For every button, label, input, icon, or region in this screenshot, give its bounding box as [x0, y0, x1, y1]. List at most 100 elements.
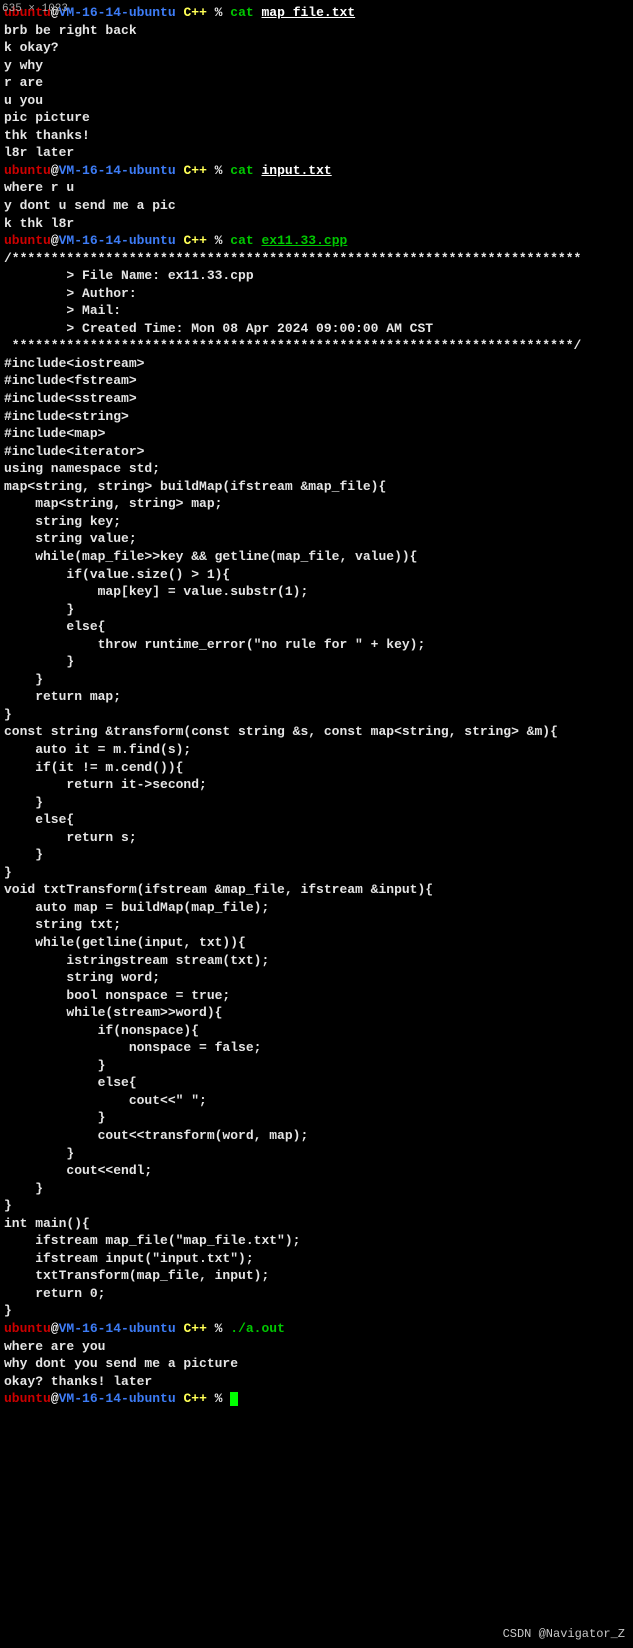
output-line: cout<<" ";	[4, 1092, 629, 1110]
output-line: else{	[4, 1074, 629, 1092]
prompt-at: @	[51, 1321, 59, 1336]
prompt-at: @	[51, 1391, 59, 1406]
command: cat	[230, 5, 253, 20]
command: cat	[230, 163, 253, 178]
terminal-output: ubuntu@VM-16-14-ubuntu C++ % cat map_fil…	[4, 4, 629, 1408]
prompt-host: VM-16-14-ubuntu	[59, 233, 176, 248]
prompt-host: VM-16-14-ubuntu	[59, 1321, 176, 1336]
output-line: #include<string>	[4, 408, 629, 426]
output-line: pic picture	[4, 109, 629, 127]
prompt-at: @	[51, 163, 59, 178]
prompt-line[interactable]: ubuntu@VM-16-14-ubuntu C++ % cat map_fil…	[4, 4, 629, 22]
output-line: }	[4, 846, 629, 864]
output-line: auto map = buildMap(map_file);	[4, 899, 629, 917]
prompt-path: C++	[183, 1321, 206, 1336]
cursor	[230, 1392, 238, 1406]
output-line: }	[4, 1180, 629, 1198]
prompt-path: C++	[183, 233, 206, 248]
prompt-line[interactable]: ubuntu@VM-16-14-ubuntu C++ %	[4, 1390, 629, 1408]
output-line: #include<iterator>	[4, 443, 629, 461]
output-line: if(it != m.cend()){	[4, 759, 629, 777]
output-line: else{	[4, 618, 629, 636]
output-line: string value;	[4, 530, 629, 548]
prompt-user: ubuntu	[4, 233, 51, 248]
output-line: while(map_file>>key && getline(map_file,…	[4, 548, 629, 566]
output-line: bool nonspace = true;	[4, 987, 629, 1005]
output-line: > File Name: ex11.33.cpp	[4, 267, 629, 285]
command: cat	[230, 233, 253, 248]
output-line: }	[4, 1197, 629, 1215]
output-line: return 0;	[4, 1285, 629, 1303]
output-line: auto it = m.find(s);	[4, 741, 629, 759]
output-line: int main(){	[4, 1215, 629, 1233]
output-line: istringstream stream(txt);	[4, 952, 629, 970]
output-line: if(nonspace){	[4, 1022, 629, 1040]
output-line: throw runtime_error("no rule for " + key…	[4, 636, 629, 654]
output-line: > Mail:	[4, 302, 629, 320]
output-line: thk thanks!	[4, 127, 629, 145]
output-line: void txtTransform(ifstream &map_file, if…	[4, 881, 629, 899]
output-line: okay? thanks! later	[4, 1373, 629, 1391]
prompt-line[interactable]: ubuntu@VM-16-14-ubuntu C++ % ./a.out	[4, 1320, 629, 1338]
output-line: #include<sstream>	[4, 390, 629, 408]
output-line: map<string, string> buildMap(ifstream &m…	[4, 478, 629, 496]
output-line: string key;	[4, 513, 629, 531]
output-line: #include<map>	[4, 425, 629, 443]
output-line: }	[4, 601, 629, 619]
output-line: k thk l8r	[4, 215, 629, 233]
output-line: where are you	[4, 1338, 629, 1356]
output-line: why dont you send me a picture	[4, 1355, 629, 1373]
output-line: string word;	[4, 969, 629, 987]
output-line: return s;	[4, 829, 629, 847]
prompt-host: VM-16-14-ubuntu	[59, 5, 176, 20]
prompt-line[interactable]: ubuntu@VM-16-14-ubuntu C++ % cat input.t…	[4, 162, 629, 180]
output-line: }	[4, 1145, 629, 1163]
output-line: ****************************************…	[4, 337, 629, 355]
prompt-path: C++	[183, 1391, 206, 1406]
output-line: > Author:	[4, 285, 629, 303]
image-dimensions-label: 635 × 1023	[2, 2, 68, 17]
output-line: }	[4, 706, 629, 724]
output-line: k okay?	[4, 39, 629, 57]
output-line: if(value.size() > 1){	[4, 566, 629, 584]
output-line: }	[4, 794, 629, 812]
output-line: where r u	[4, 179, 629, 197]
prompt-at: @	[51, 233, 59, 248]
output-line: #include<iostream>	[4, 355, 629, 373]
output-line: map[key] = value.substr(1);	[4, 583, 629, 601]
output-line: using namespace std;	[4, 460, 629, 478]
output-line: const string &transform(const string &s,…	[4, 723, 629, 741]
command: ./a.out	[230, 1321, 285, 1336]
output-line: /***************************************…	[4, 250, 629, 268]
output-line: brb be right back	[4, 22, 629, 40]
prompt-path: C++	[183, 163, 206, 178]
command-arg: ex11.33.cpp	[262, 233, 348, 248]
output-line: y dont u send me a pic	[4, 197, 629, 215]
output-line: ifstream map_file("map_file.txt");	[4, 1232, 629, 1250]
output-line: y why	[4, 57, 629, 75]
output-line: #include<fstream>	[4, 372, 629, 390]
watermark: CSDN @Navigator_Z	[503, 1626, 625, 1642]
output-line: > Created Time: Mon 08 Apr 2024 09:00:00…	[4, 320, 629, 338]
output-line: u you	[4, 92, 629, 110]
output-line: map<string, string> map;	[4, 495, 629, 513]
prompt-user: ubuntu	[4, 1391, 51, 1406]
prompt-path: C++	[183, 5, 206, 20]
output-line: }	[4, 1302, 629, 1320]
output-line: }	[4, 653, 629, 671]
output-line: }	[4, 1109, 629, 1127]
output-line: l8r later	[4, 144, 629, 162]
prompt-host: VM-16-14-ubuntu	[59, 163, 176, 178]
output-line: }	[4, 864, 629, 882]
output-line: string txt;	[4, 916, 629, 934]
output-line: while(stream>>word){	[4, 1004, 629, 1022]
output-line: }	[4, 671, 629, 689]
output-line: txtTransform(map_file, input);	[4, 1267, 629, 1285]
output-line: r are	[4, 74, 629, 92]
prompt-host: VM-16-14-ubuntu	[59, 1391, 176, 1406]
output-line: cout<<endl;	[4, 1162, 629, 1180]
prompt-line[interactable]: ubuntu@VM-16-14-ubuntu C++ % cat ex11.33…	[4, 232, 629, 250]
command-arg: map_file.txt	[262, 5, 356, 20]
output-line: }	[4, 1057, 629, 1075]
output-line: else{	[4, 811, 629, 829]
